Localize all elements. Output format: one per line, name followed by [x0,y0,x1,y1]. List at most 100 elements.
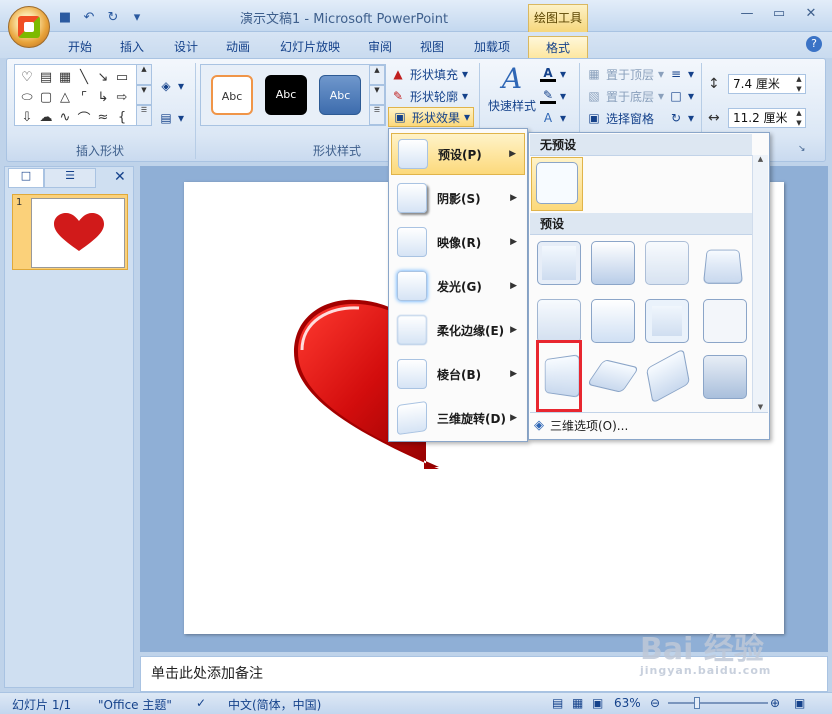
zoom-out-icon[interactable]: ⊖ [650,696,660,710]
preset-5[interactable] [537,299,581,343]
down-arrow-shape-icon[interactable]: ⇩ [18,108,36,126]
elbow-arrow-icon[interactable]: ↳ [94,88,112,106]
rotate-button[interactable]: ↻ ▾ [668,108,694,128]
textbox-shape-icon[interactable]: ▤ [37,68,55,86]
menu-item-bevel[interactable]: 棱台(B) ▶ [391,353,525,395]
fit-window-icon[interactable]: ▣ [794,696,805,710]
send-to-back-button[interactable]: ▧ 置于底层 ▾ [586,86,664,106]
zoom-slider[interactable] [668,702,768,704]
shape-outline-button[interactable]: ✎ 形状轮廓 ▾ [390,86,468,106]
help-icon[interactable]: ? [806,36,822,52]
styles-gallery-scroll[interactable]: ▲ ▼ ☰ [369,65,385,125]
shape-effects-button[interactable]: ▣ 形状效果 ▾ [388,107,475,127]
status-slide: 幻灯片 1/1 [12,698,72,712]
text-effects-button[interactable]: A ▾ [540,108,566,128]
spellcheck-icon[interactable]: ✓ [196,696,206,710]
text-fill-button[interactable]: A ▾ [540,64,566,84]
shape-fill-button[interactable]: ▲ 形状填充 ▾ [390,64,468,84]
group-button[interactable]: □ ▾ [668,86,694,106]
save-icon[interactable]: ■ [56,8,74,26]
normal-view-icon[interactable]: ▤ [552,696,563,710]
size-dialog-launcher-icon[interactable]: ↘ [798,144,806,154]
menu-item-soft-edges[interactable]: 柔化边缘(E) ▶ [391,309,525,351]
height-spinner[interactable]: ▲ ▼ [792,74,806,94]
scribble-shape-icon[interactable]: ≈ [94,108,112,126]
quick-styles-button[interactable]: A 快速样式 [484,62,540,124]
preset-10[interactable] [586,359,640,393]
tab-insert[interactable]: 插入 [112,36,152,58]
close-icon[interactable]: ✕ [800,6,822,24]
send-back-icon: ▧ [588,89,600,103]
close-panel-icon[interactable]: ✕ [114,169,126,185]
style-sample-black[interactable]: Abc [265,75,307,115]
arrow-line-icon[interactable]: ↘ [94,68,112,86]
office-button[interactable] [8,6,50,48]
freeform-shape-icon[interactable]: ∿ [56,108,74,126]
slides-tab[interactable]: □ [8,168,44,188]
menu-item-glow[interactable]: 发光(G) ▶ [391,265,525,307]
edit-shape-button[interactable]: ◈ ▾ [158,76,184,96]
rounded-rect-icon[interactable]: ▢ [37,88,55,106]
tab-slideshow[interactable]: 幻灯片放映 [272,36,348,58]
menu-item-shadow[interactable]: 阴影(S) ▶ [391,177,525,219]
preset-6[interactable] [591,299,635,343]
align-button[interactable]: ≡ ▾ [668,64,694,84]
slide-thumbnail[interactable]: 1 [12,194,128,270]
menu-item-preset[interactable]: 预设(P) ▶ [391,133,525,175]
slideshow-view-icon[interactable]: ▣ [592,696,603,710]
tab-view[interactable]: 视图 [412,36,452,58]
preset-1[interactable] [537,241,581,285]
preset-12[interactable] [703,355,747,399]
selection-pane-icon: ▣ [588,111,600,125]
width-spinner[interactable]: ▲ ▼ [792,108,806,128]
elbow-connector-icon[interactable]: ⌜ [75,88,93,106]
outline-tab[interactable]: ☰ [44,168,96,188]
shapes-gallery: ♡ ▤ ▦ ╲ ↘ ▭ ⬭ ▢ △ ⌜ ↳ ⇨ ⇩ ☁ ∿ ⌒ ≈ { [14,64,152,127]
submenu-scrollbar[interactable]: ▲ ▼ [752,155,768,413]
qat-customize-icon[interactable]: ▾ [128,8,146,26]
quick-styles-label: 快速样式 [487,99,536,113]
tab-review[interactable]: 审阅 [360,36,400,58]
tab-animations[interactable]: 动画 [218,36,258,58]
style-sample-blue[interactable]: Abc [319,75,361,115]
vertical-textbox-icon[interactable]: ▦ [56,68,74,86]
menu-item-reflection[interactable]: 映像(R) ▶ [391,221,525,263]
menu-item-3d-rotation[interactable]: 三维旋转(D) ▶ [391,397,525,439]
bring-to-front-button[interactable]: ▦ 置于顶层 ▾ [586,64,664,84]
maximize-icon[interactable]: ▭ [768,6,790,24]
sorter-view-icon[interactable]: ▦ [572,696,583,710]
selection-pane-button[interactable]: ▣ 选择窗格 [586,108,654,128]
preset-3[interactable] [645,241,689,285]
undo-icon[interactable]: ↶ [80,8,98,26]
preset-11[interactable] [645,348,691,404]
preset-4[interactable] [702,249,744,284]
window-title: 演示文稿1 - Microsoft PowerPoint [240,12,449,27]
minimize-icon[interactable]: — [736,6,758,24]
textbox-button[interactable]: ▤ ▾ [158,108,184,128]
rectangle-shape-icon[interactable]: ▭ [113,68,131,86]
zoom-level[interactable]: 63% [614,696,641,710]
tab-home[interactable]: 开始 [60,36,100,58]
oval-shape-icon[interactable]: ⬭ [18,88,36,106]
preset-7[interactable] [645,299,689,343]
redo-icon[interactable]: ↻ [104,8,122,26]
shapes-gallery-scroll[interactable]: ▲ ▼ ☰ [136,64,152,127]
tab-design[interactable]: 设计 [166,36,206,58]
text-outline-button[interactable]: ✎ ▾ [540,86,566,106]
style-sample-orange-outline[interactable]: Abc [211,75,253,115]
tab-format[interactable]: 格式 [528,36,588,58]
triangle-shape-icon[interactable]: △ [56,88,74,106]
zoom-in-icon[interactable]: ⊕ [770,696,780,710]
tab-addins[interactable]: 加载项 [464,36,520,58]
line-shape-icon[interactable]: ╲ [75,68,93,86]
curve-shape-icon[interactable]: ⌒ [75,108,93,127]
zoom-thumb[interactable] [694,697,700,709]
heart-shape-icon[interactable]: ♡ [18,68,36,86]
preset-none-option[interactable] [531,157,583,211]
right-arrow-shape-icon[interactable]: ⇨ [113,88,131,106]
preset-2[interactable] [591,241,635,285]
cloud-shape-icon[interactable]: ☁ [37,108,55,126]
preset-8[interactable] [703,299,747,343]
brace-shape-icon[interactable]: { [113,108,131,126]
3d-options-item[interactable]: ◈ 三维选项(O)... [530,412,768,438]
